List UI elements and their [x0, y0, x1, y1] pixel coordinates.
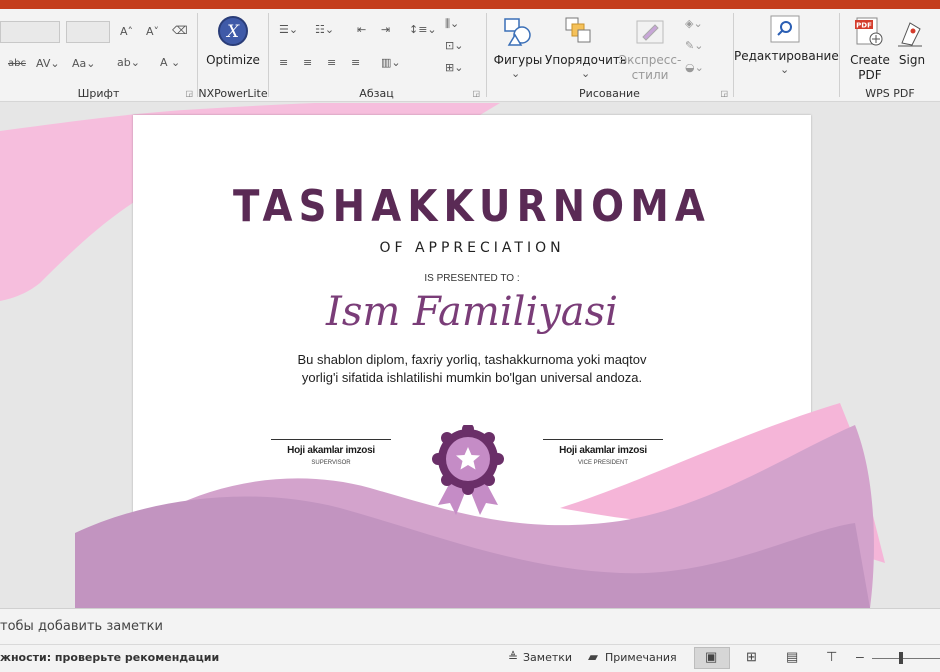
- signature-name-left[interactable]: Hoji akamlar imzosi: [251, 445, 411, 456]
- comments-icon[interactable]: ▰: [588, 649, 598, 665]
- justify-icon[interactable]: ≡: [351, 56, 360, 69]
- sign-icon[interactable]: [896, 15, 926, 49]
- create-pdf-label-2: PDF: [858, 68, 882, 82]
- editing-group: Редактирование ⌄: [734, 9, 839, 102]
- notes-pane[interactable]: тобы добавить заметки: [0, 608, 940, 644]
- clear-format-icon[interactable]: ⌫: [172, 24, 188, 37]
- arrange-dropdown-icon[interactable]: ⌄: [581, 67, 590, 80]
- columns-icon[interactable]: ▥⌄: [381, 56, 401, 69]
- find-icon[interactable]: [770, 15, 800, 43]
- drawing-dialog-launcher-icon[interactable]: ◲: [720, 89, 728, 98]
- char-spacing-icon[interactable]: AV⌄: [36, 57, 60, 70]
- optimize-icon[interactable]: X: [217, 15, 249, 47]
- wps-pdf-group: PDF Create PDF Sign WPS PDF: [840, 9, 940, 102]
- strikethrough-icon[interactable]: abc: [8, 58, 26, 69]
- zoom-slider-thumb[interactable]: [899, 652, 903, 664]
- numbering-icon[interactable]: ☷⌄: [315, 23, 334, 36]
- shape-effects-icon[interactable]: ◒⌄: [685, 61, 704, 74]
- signature-role-right[interactable]: VICE PRESIDENT: [523, 460, 683, 466]
- editing-button[interactable]: Редактирование: [734, 49, 839, 64]
- comments-button[interactable]: Примечания: [605, 651, 677, 664]
- font-dialog-launcher-icon[interactable]: ◲: [185, 89, 193, 98]
- arrange-icon[interactable]: [563, 15, 593, 47]
- svg-text:PDF: PDF: [856, 22, 872, 30]
- drawing-group: Фигуры ⌄ Упорядочить ⌄ Экспресс- стили ◈…: [487, 9, 732, 102]
- grow-font-icon[interactable]: A˄: [120, 25, 133, 38]
- title-bar-strip: [0, 0, 940, 9]
- align-center-icon[interactable]: ≡: [303, 56, 312, 69]
- change-case-icon[interactable]: Aa⌄: [72, 57, 95, 70]
- bullets-icon[interactable]: ☰⌄: [279, 23, 298, 36]
- award-badge-icon[interactable]: [432, 425, 504, 517]
- zoom-out-icon[interactable]: –: [856, 648, 864, 664]
- wave-decoration-bottom: [75, 403, 885, 608]
- optimize-button[interactable]: Optimize: [198, 53, 268, 68]
- quick-styles-label-1: Экспресс-: [618, 53, 682, 67]
- nxpowerlite-group: X Optimize NXPowerLite: [198, 9, 268, 102]
- font-color-icon[interactable]: A ⌄: [160, 56, 180, 69]
- shapes-button[interactable]: Фигуры: [489, 53, 547, 68]
- font-name-combo[interactable]: [0, 21, 60, 43]
- reading-view-icon[interactable]: ▤: [786, 649, 798, 665]
- ribbon: A˄ A˅ ⌫ abc AV⌄ Aa⌄ ab⌄ A ⌄ Шрифт ◲ X Op…: [0, 9, 940, 102]
- paragraph-group: ☰⌄ ☷⌄ ⇤ ⇥ ↕≡⌄ ⫼⌄ ⊡⌄ ⊞⌄ ≡ ≡ ≡ ≡ ▥⌄ Абзац …: [269, 9, 484, 102]
- create-pdf-label-1: Create: [850, 53, 890, 67]
- decrease-indent-icon[interactable]: ⇤: [357, 23, 366, 36]
- signature-line-left: [271, 439, 391, 440]
- nxpowerlite-group-label: NXPowerLite: [198, 87, 268, 100]
- drawing-group-label: Рисование: [579, 87, 640, 100]
- slide-editing-area[interactable]: TASHAKKURNOMA OF APPRECIATION IS PRESENT…: [0, 103, 940, 608]
- quick-styles-icon: [636, 20, 664, 44]
- editing-dropdown-icon[interactable]: ⌄: [780, 63, 789, 76]
- shrink-font-icon[interactable]: A˅: [146, 25, 159, 38]
- quick-styles-label-2: стили: [631, 68, 669, 82]
- zoom-slider[interactable]: [872, 658, 940, 659]
- slide-sorter-icon[interactable]: ⊞: [746, 649, 757, 665]
- align-left-icon[interactable]: ≡: [279, 56, 288, 69]
- font-group: A˄ A˅ ⌫ abc AV⌄ Aa⌄ ab⌄ A ⌄ Шрифт ◲: [0, 9, 197, 102]
- notes-toggle-icon[interactable]: ≜: [508, 650, 518, 664]
- status-bar: жности: проверьте рекомендации ≜ Заметки…: [0, 644, 940, 672]
- accessibility-status[interactable]: жности: проверьте рекомендации: [0, 651, 219, 664]
- shape-fill-icon[interactable]: ◈⌄: [685, 17, 703, 30]
- signature-name-right[interactable]: Hoji akamlar imzosi: [523, 445, 683, 456]
- line-spacing-icon[interactable]: ↕≡⌄: [409, 23, 437, 36]
- shapes-icon[interactable]: [501, 15, 535, 49]
- create-pdf-icon[interactable]: PDF: [854, 15, 884, 49]
- notes-toggle-button[interactable]: Заметки: [523, 651, 572, 664]
- quick-styles-button: Экспресс- стили: [615, 53, 685, 83]
- increase-indent-icon[interactable]: ⇥: [381, 23, 390, 36]
- shape-outline-icon[interactable]: ✎⌄: [685, 39, 703, 52]
- signature-line-right: [543, 439, 663, 440]
- font-size-combo[interactable]: [66, 21, 110, 43]
- sign-button[interactable]: Sign: [894, 53, 930, 68]
- slideshow-icon[interactable]: ⊤: [826, 649, 837, 665]
- notes-placeholder[interactable]: тобы добавить заметки: [0, 619, 163, 634]
- smartart-icon[interactable]: ⊞⌄: [445, 61, 463, 74]
- paragraph-group-label: Абзац: [359, 87, 394, 100]
- align-right-icon[interactable]: ≡: [327, 56, 336, 69]
- signature-role-left[interactable]: SUPERVISOR: [251, 460, 411, 466]
- create-pdf-button[interactable]: Create PDF: [844, 53, 896, 83]
- shapes-dropdown-icon[interactable]: ⌄: [511, 67, 520, 80]
- font-group-label: Шрифт: [77, 87, 120, 100]
- normal-view-icon: ▣: [705, 649, 718, 664]
- svg-text:X: X: [225, 22, 240, 42]
- paragraph-dialog-launcher-icon[interactable]: ◲: [472, 89, 480, 98]
- text-direction-icon[interactable]: ⫼⌄: [445, 17, 459, 31]
- highlight-icon[interactable]: ab⌄: [117, 56, 140, 69]
- wps-pdf-group-label: WPS PDF: [865, 87, 915, 100]
- align-text-icon[interactable]: ⊡⌄: [445, 39, 463, 52]
